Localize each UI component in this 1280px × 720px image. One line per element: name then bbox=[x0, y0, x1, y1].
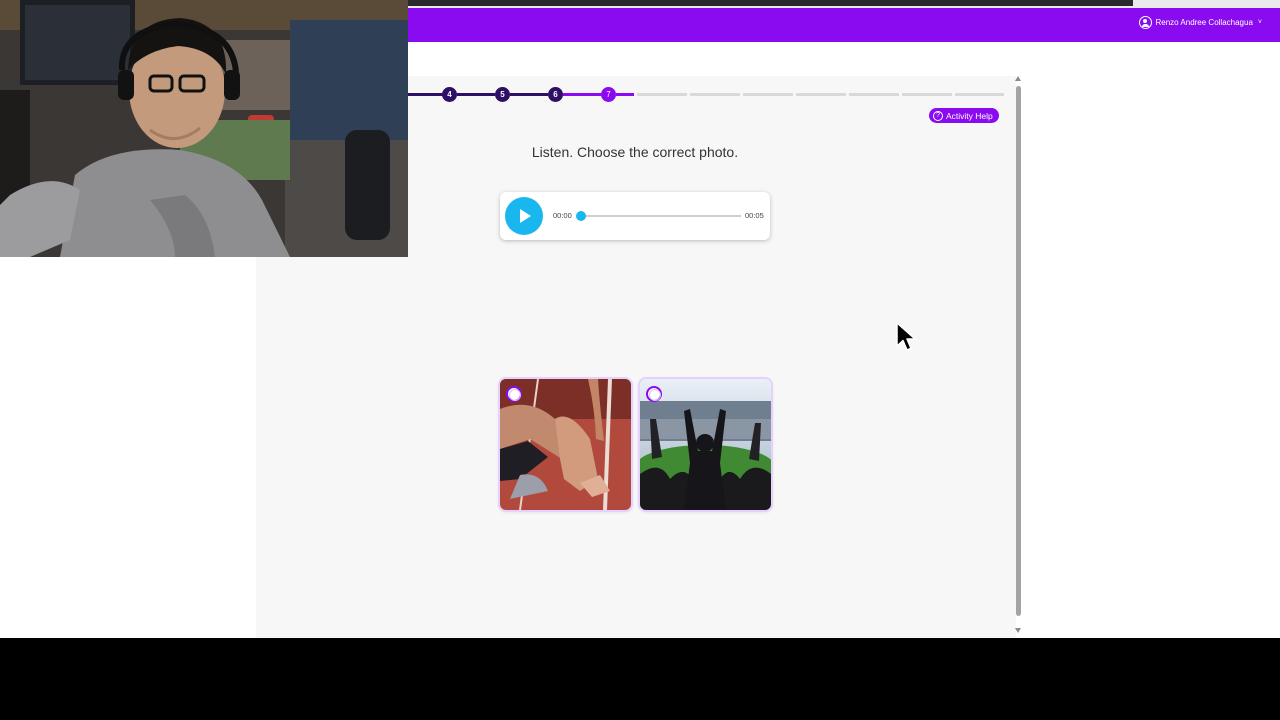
photo-choice-1[interactable] bbox=[500, 379, 631, 510]
help-circle-icon: ? bbox=[933, 110, 943, 121]
audio-player: 00:00 00:05 bbox=[500, 192, 770, 240]
user-avatar-icon bbox=[1138, 16, 1152, 29]
mouse-cursor-icon bbox=[896, 322, 916, 351]
audio-seek-track[interactable] bbox=[580, 215, 741, 217]
audio-duration: 00:05 bbox=[745, 211, 764, 220]
activity-help-button[interactable]: ? Activity Help bbox=[929, 108, 999, 123]
audio-seek-handle[interactable] bbox=[576, 211, 586, 221]
progress-step[interactable]: 4 bbox=[442, 87, 457, 102]
scroll-down-arrow-icon[interactable] bbox=[1015, 628, 1021, 633]
choice-radio-2[interactable] bbox=[646, 386, 662, 402]
webcam-overlay bbox=[0, 0, 408, 257]
user-menu[interactable]: Renzo Andree Collachagua ˅ bbox=[1138, 16, 1262, 29]
activity-instruction: Listen. Choose the correct photo. bbox=[531, 144, 739, 160]
browser-viewport: Renzo Andree Collachagua ˅ 4 5 6 7 ? Act… bbox=[0, 0, 1280, 638]
play-button[interactable] bbox=[505, 197, 543, 235]
scroll-up-arrow-icon[interactable] bbox=[1015, 76, 1021, 81]
progress-step-number: 6 bbox=[553, 90, 558, 99]
scrollbar[interactable] bbox=[1014, 76, 1024, 638]
progress-step-number: 4 bbox=[447, 90, 452, 99]
progress-step[interactable]: 5 bbox=[495, 87, 510, 102]
webcam-video-frame bbox=[0, 0, 408, 257]
progress-step[interactable]: 6 bbox=[548, 87, 563, 102]
progress-step-number: 7 bbox=[606, 90, 611, 99]
activity-help-label: Activity Help bbox=[946, 110, 993, 121]
photo-choice-2[interactable] bbox=[640, 379, 771, 510]
progress-step-number: 5 bbox=[500, 90, 505, 99]
scrollbar-thumb[interactable] bbox=[1016, 86, 1021, 616]
progress-step-current[interactable]: 7 bbox=[601, 87, 616, 102]
audio-current-time: 00:00 bbox=[553, 211, 572, 220]
chevron-down-icon: ˅ bbox=[1257, 19, 1262, 26]
user-name: Renzo Andree Collachagua bbox=[1155, 18, 1253, 27]
activity-progress-bar: 4 5 6 7 bbox=[408, 87, 1008, 103]
choice-radio-1[interactable] bbox=[506, 386, 522, 402]
